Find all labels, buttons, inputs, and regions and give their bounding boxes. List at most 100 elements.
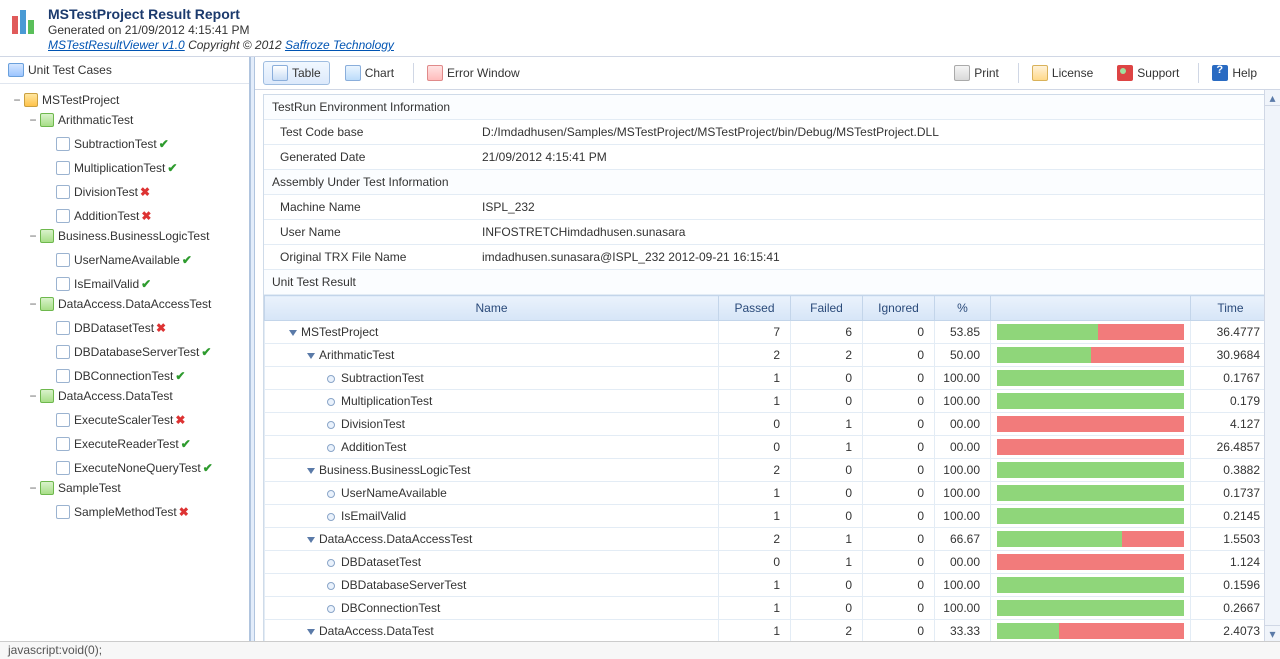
tree-test[interactable]: UserNameAvailable✔: [42, 250, 194, 270]
license-button[interactable]: License: [1023, 61, 1102, 85]
tree-test-label: DBConnectionTest: [74, 366, 173, 386]
expand-caret-icon[interactable]: [307, 353, 315, 359]
tree-test[interactable]: DBConnectionTest✔: [42, 366, 187, 386]
help-button[interactable]: Help: [1203, 61, 1266, 85]
col-pct[interactable]: %: [935, 296, 991, 321]
row-failed: 0: [791, 367, 863, 390]
row-ignored: 0: [863, 344, 935, 367]
row-name: DivisionTest: [341, 417, 405, 431]
scroll-down-icon[interactable]: ▾: [1265, 625, 1280, 641]
gen-date-value: 21/09/2012 4:15:41 PM: [474, 145, 1271, 170]
row-bar: [997, 393, 1184, 409]
table-row[interactable]: DivisionTest01000.004.127: [265, 413, 1271, 436]
tree-test[interactable]: SampleMethodTest✖: [42, 502, 191, 522]
row-time: 0.2667: [1191, 597, 1271, 620]
tree-class[interactable]: −ArithmaticTest: [26, 110, 135, 130]
class-icon: [40, 481, 54, 495]
table-row[interactable]: MSTestProject76053.8536.4777: [265, 321, 1271, 344]
class-icon: [40, 229, 54, 243]
table-row[interactable]: Business.BusinessLogicTest200100.000.388…: [265, 459, 1271, 482]
vertical-scrollbar[interactable]: ▴ ▾: [1264, 90, 1280, 641]
test-marker-icon: [327, 582, 335, 590]
chart-tab-button[interactable]: Chart: [336, 61, 403, 85]
row-pct: 100.00: [935, 574, 991, 597]
error-window-button[interactable]: Error Window: [418, 61, 529, 85]
table-row[interactable]: AdditionTest01000.0026.4857: [265, 436, 1271, 459]
test-marker-icon: [327, 375, 335, 383]
tree-class[interactable]: −DataAccess.DataTest: [26, 386, 175, 406]
test-tree: −MSTestProject−ArithmaticTest Subtraction…: [0, 84, 249, 641]
tree-test-label: UserNameAvailable: [74, 250, 180, 270]
row-time: 0.2145: [1191, 505, 1271, 528]
col-bar[interactable]: [991, 296, 1191, 321]
table-row[interactable]: UserNameAvailable100100.000.1737: [265, 482, 1271, 505]
print-icon: [954, 65, 970, 81]
row-pct: 100.00: [935, 390, 991, 413]
table-row[interactable]: SubtractionTest100100.000.1767: [265, 367, 1271, 390]
row-name: DataAccess.DataTest: [319, 624, 434, 638]
row-time: 36.4777: [1191, 321, 1271, 344]
table-row[interactable]: DBDatabaseServerTest100100.000.1596: [265, 574, 1271, 597]
table-row[interactable]: DataAccess.DataAccessTest21066.671.5503: [265, 528, 1271, 551]
col-name[interactable]: Name: [265, 296, 719, 321]
tree-test[interactable]: ExecuteNoneQueryTest✔: [42, 458, 215, 478]
viewer-link[interactable]: MSTestResultViewer v1.0: [48, 38, 185, 52]
error-icon: [427, 65, 443, 81]
vendor-link[interactable]: Saffroze Technology: [285, 38, 394, 52]
expand-caret-icon[interactable]: [307, 468, 315, 474]
tree-project[interactable]: −MSTestProject: [10, 90, 121, 110]
row-ignored: 0: [863, 620, 935, 642]
fail-icon: ✖: [141, 206, 151, 226]
test-icon: [56, 209, 70, 223]
pass-icon: ✔: [203, 458, 213, 478]
tree-test[interactable]: ExecuteReaderTest✔: [42, 434, 193, 454]
tree-class[interactable]: −Business.BusinessLogicTest: [26, 226, 211, 246]
table-row[interactable]: IsEmailValid100100.000.2145: [265, 505, 1271, 528]
row-passed: 2: [719, 528, 791, 551]
expand-caret-icon[interactable]: [307, 629, 315, 635]
table-row[interactable]: ArithmaticTest22050.0030.9684: [265, 344, 1271, 367]
table-row[interactable]: DBConnectionTest100100.000.2667: [265, 597, 1271, 620]
expand-caret-icon[interactable]: [289, 330, 297, 336]
tree-class[interactable]: −DataAccess.DataAccessTest: [26, 294, 213, 314]
support-button[interactable]: Support: [1108, 61, 1188, 85]
toolbar-sep: [1018, 63, 1019, 83]
tree-test[interactable]: DBDatasetTest✖: [42, 318, 168, 338]
row-bar: [997, 439, 1184, 455]
col-time[interactable]: Time: [1191, 296, 1271, 321]
tree-test[interactable]: DivisionTest✖: [42, 182, 152, 202]
table-row[interactable]: DBDatasetTest01000.001.124: [265, 551, 1271, 574]
row-passed: 1: [719, 574, 791, 597]
scroll-up-icon[interactable]: ▴: [1265, 90, 1280, 106]
tree-test[interactable]: MultiplicationTest✔: [42, 158, 179, 178]
row-time: 26.4857: [1191, 436, 1271, 459]
col-failed[interactable]: Failed: [791, 296, 863, 321]
tree-test[interactable]: IsEmailValid✔: [42, 274, 153, 294]
row-name: ArithmaticTest: [319, 348, 394, 362]
tree-test[interactable]: DBDatabaseServerTest✔: [42, 342, 213, 362]
table-row[interactable]: DataAccess.DataTest12033.332.4073: [265, 620, 1271, 642]
col-passed[interactable]: Passed: [719, 296, 791, 321]
table-row[interactable]: MultiplicationTest100100.000.179: [265, 390, 1271, 413]
row-failed: 0: [791, 482, 863, 505]
row-bar: [997, 485, 1184, 501]
tree-test[interactable]: SubtractionTest✔: [42, 134, 171, 154]
tree-test[interactable]: ExecuteScalerTest✖: [42, 410, 187, 430]
row-pct: 100.00: [935, 367, 991, 390]
chart-icon: [345, 65, 361, 81]
tree-class[interactable]: −SampleTest: [26, 478, 123, 498]
row-passed: 7: [719, 321, 791, 344]
print-button[interactable]: Print: [945, 61, 1008, 85]
tree-test-label: ExecuteScalerTest: [74, 410, 173, 430]
test-icon: [56, 137, 70, 151]
error-window-label: Error Window: [447, 66, 520, 80]
table-tab-button[interactable]: Table: [263, 61, 330, 85]
row-name: MSTestProject: [301, 325, 378, 339]
result-grid: Name Passed Failed Ignored % Time MSTest…: [264, 295, 1271, 641]
col-ignored[interactable]: Ignored: [863, 296, 935, 321]
expand-caret-icon[interactable]: [307, 537, 315, 543]
tree-test-label: IsEmailValid: [74, 274, 139, 294]
test-marker-icon: [327, 421, 335, 429]
generated-prefix: Generated on: [48, 23, 125, 37]
tree-test[interactable]: AdditionTest✖: [42, 206, 153, 226]
